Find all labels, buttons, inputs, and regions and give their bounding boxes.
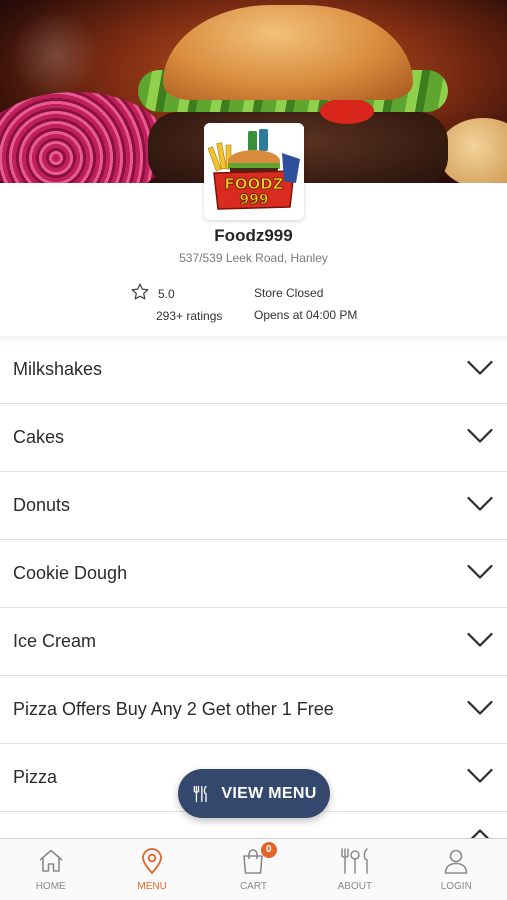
store-status: Store Closed	[254, 286, 324, 300]
chevron-down-icon	[467, 632, 493, 647]
logo-text-line2: 999	[239, 192, 268, 208]
store-logo-graphic: FOODZ 999	[204, 123, 304, 220]
category-label: Milkshakes	[13, 359, 103, 379]
category-label: Cookie Dough	[13, 563, 128, 583]
nav-label-home: HOME	[35, 881, 66, 892]
hero-tomato	[320, 98, 374, 124]
category-label: Pizza	[13, 767, 58, 787]
hero-smoke	[10, 10, 100, 100]
category-label: Pizza Offers Buy Any 2 Get other 1 Free	[13, 699, 334, 719]
category-row-cakes[interactable]: Cakes	[0, 404, 507, 472]
nav-item-about[interactable]: ABOUT	[304, 839, 405, 900]
nav-item-login[interactable]: LOGIN	[406, 839, 507, 900]
user-icon	[444, 849, 468, 874]
chevron-down-icon	[467, 700, 493, 715]
category-row-ice-cream[interactable]: Ice Cream	[0, 608, 507, 676]
nav-item-cart[interactable]: 0 CART	[203, 839, 304, 900]
location-pin-icon	[142, 848, 162, 875]
chevron-down-icon	[467, 564, 493, 579]
chevron-down-icon	[467, 428, 493, 443]
category-row-milkshakes[interactable]: Milkshakes	[0, 336, 507, 404]
view-menu-button[interactable]: VIEW MENU	[178, 769, 330, 818]
nav-item-home[interactable]: HOME	[0, 839, 101, 900]
rating-value: 5.0	[158, 287, 175, 301]
category-row-cookie-dough[interactable]: Cookie Dough	[0, 540, 507, 608]
store-logo: FOODZ 999	[204, 123, 304, 220]
opening-time: Opens at 04:00 PM	[254, 308, 358, 322]
category-list: Milkshakes Cakes Donuts Cookie Dough Ice…	[0, 336, 507, 839]
category-row-donuts[interactable]: Donuts	[0, 472, 507, 540]
logo-text-line1: FOODZ	[224, 175, 283, 193]
nav-label-menu: MENU	[137, 881, 167, 892]
chevron-down-icon	[467, 768, 493, 783]
bottom-navigation: HOME MENU 0 CART ABOUT LOGIN	[0, 838, 507, 900]
home-icon	[39, 849, 63, 872]
view-menu-label: VIEW MENU	[221, 784, 317, 802]
fork-knife-icon	[194, 785, 208, 802]
cart-count-badge: 0	[260, 842, 277, 858]
nav-label-about: ABOUT	[337, 881, 373, 892]
category-label: Cakes	[13, 427, 65, 447]
nav-item-menu[interactable]: MENU	[101, 839, 202, 900]
nav-label-login: LOGIN	[440, 881, 472, 892]
category-label: Donuts	[13, 495, 71, 515]
chevron-down-icon	[467, 496, 493, 511]
hero-bun	[163, 5, 413, 100]
hero-chips	[438, 118, 507, 183]
cutlery-icon	[341, 848, 368, 874]
nav-label-cart: CART	[239, 881, 267, 892]
star-icon	[131, 283, 149, 300]
rating-count: 293+ ratings	[156, 309, 223, 323]
chevron-down-icon	[467, 360, 493, 375]
store-name: Foodz999	[214, 226, 293, 245]
store-address: 537/539 Leek Road, Hanley	[179, 251, 328, 265]
category-row-pizza-offers[interactable]: Pizza Offers Buy Any 2 Get other 1 Free	[0, 676, 507, 744]
category-label: Ice Cream	[13, 631, 97, 651]
